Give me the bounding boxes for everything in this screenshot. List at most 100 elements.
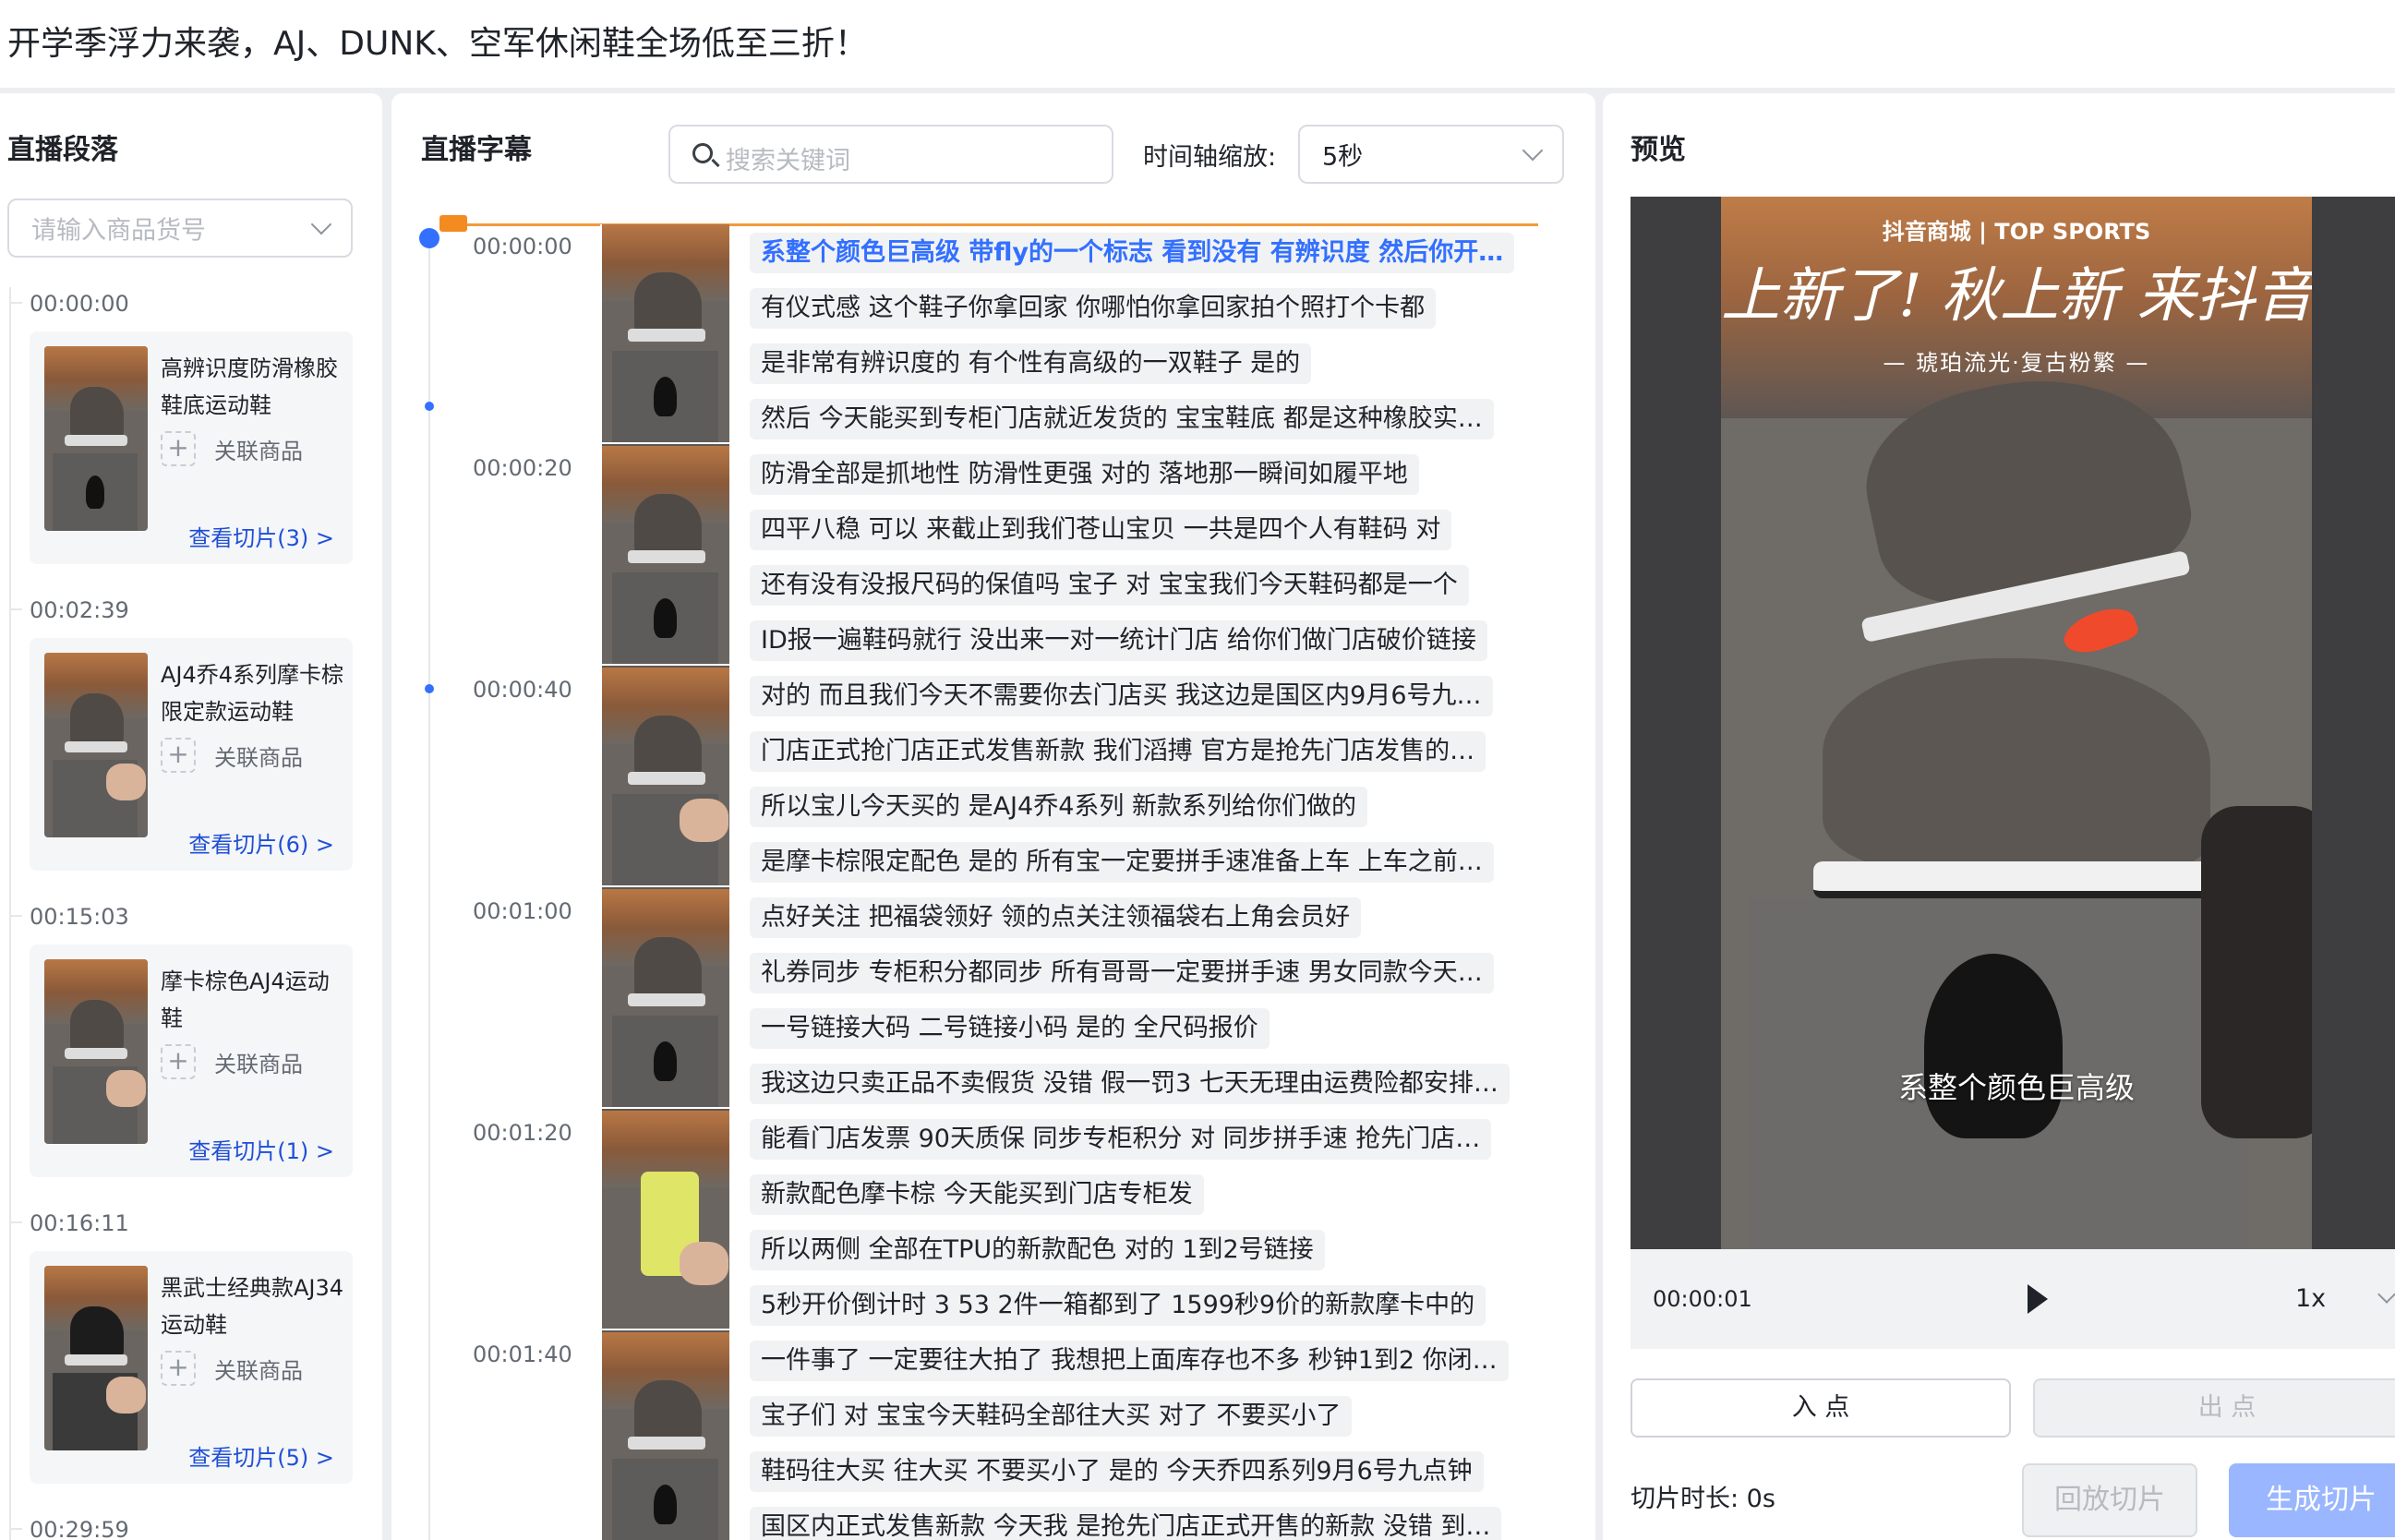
video-frame[interactable]: 抖音商城 | TOP SPORTS 上新了! 秋上新 来抖音 — 琥珀流光·复古… [1721, 197, 2312, 1249]
subtitle-line[interactable]: 点好关注 把福袋领好 领的点关注领福袋右上角会员好 [750, 897, 1362, 938]
chevron-down-icon [310, 213, 332, 235]
add-product-icon[interactable]: + [161, 431, 196, 466]
segment-tick [9, 915, 22, 917]
segments-title: 直播段落 [7, 134, 118, 166]
chevron-down-icon[interactable] [2377, 1285, 2395, 1304]
segment-time: 00:02:39 [30, 597, 129, 623]
filmstrip-frame [602, 1332, 729, 1540]
filmstrip-frame [602, 889, 729, 1109]
timeline-current-dot[interactable] [419, 228, 439, 248]
jumpman-logo-icon [1924, 954, 2063, 1138]
replay-clip-button[interactable]: 回放切片 [2022, 1463, 2197, 1537]
clip-duration: 切片时长: 0s [1631, 1485, 1775, 1513]
segment-tick [9, 1528, 22, 1530]
subtitle-line[interactable]: 宝子们 对 宝宝今天鞋码全部往大买 对了 不要买小了 [750, 1396, 1353, 1437]
associate-product-link[interactable]: 关联商品 [214, 1353, 303, 1385]
subtitle-line[interactable]: 对的 而且我们今天不需要你去门店买 我这边是国区内9月6号九… [750, 676, 1493, 716]
keyword-search-input[interactable]: 搜索关键词 [668, 125, 1113, 184]
subtitle-line[interactable]: 新款配色摩卡棕 今天能买到门店专柜发 [750, 1174, 1204, 1215]
timeline-marker-dot[interactable] [425, 402, 434, 411]
view-clips-link[interactable]: 查看切片(1) > [188, 1133, 334, 1165]
product-code-select[interactable]: 请输入商品货号 [7, 199, 353, 258]
add-product-icon[interactable]: + [161, 1351, 196, 1386]
view-clips-link[interactable]: 查看切片(5) > [188, 1439, 334, 1472]
video-tagline: — 琥珀流光·复古粉繁 — [1883, 350, 2150, 376]
timeline-time-label: 00:01:00 [473, 898, 572, 924]
segment-card[interactable]: 黑武士经典款AJ34运动鞋 + 关联商品 查看切片(5) > [30, 1251, 353, 1484]
segment-time: 00:00:00 [30, 291, 129, 317]
playhead-handle[interactable] [439, 215, 467, 232]
current-time: 00:00:01 [1653, 1286, 1752, 1312]
associate-product-link[interactable]: 关联商品 [214, 740, 303, 772]
subtitle-line-active[interactable]: 系整个颜色巨高级 带fly的一个标志 看到没有 有辨识度 然后你开… [750, 233, 1515, 273]
subtitle-line[interactable]: 鞋码往大买 往大买 不要买小了 是的 今天乔四系列9月6号九点钟 [750, 1451, 1484, 1492]
play-icon[interactable] [2028, 1284, 2048, 1314]
video-controls: 00:00:01 1x [1631, 1249, 2395, 1349]
timeline-time-label: 00:00:20 [473, 455, 572, 481]
subtitle-line[interactable]: 我这边只卖正品不卖假货 没错 假一罚3 七天无理由运费险都安排… [750, 1064, 1510, 1104]
segment-product-name: 高辨识度防滑橡胶鞋底运动鞋 [161, 355, 338, 418]
live-subtitles-panel: 直播字幕 搜索关键词 时间轴缩放: 5秒 00:00:00 00:00:20 0… [391, 93, 1595, 1540]
subtitle-line[interactable]: 一号链接大码 二号链接小码 是的 全尺码报价 [750, 1008, 1270, 1049]
subtitle-line[interactable]: 有仪式感 这个鞋子你拿回家 你哪怕你拿回家拍个照打个卡都 [750, 288, 1437, 329]
top-bar: 开学季浮力来袭，AJ、DUNK、空军休闲鞋全场低至三折！ [0, 0, 2395, 88]
subtitle-line[interactable]: 国区内正式发售新款 今天我 是抢先门店正式开售的新款 没错 到… [750, 1507, 1502, 1540]
subtitle-line[interactable]: 防滑全部是抓地性 防滑性更强 对的 落地那一瞬间如履平地 [750, 454, 1419, 495]
segment-tick [9, 302, 22, 304]
video-headline: 上新了! 秋上新 来抖音 [1721, 262, 2312, 331]
view-clips-link[interactable]: 查看切片(3) > [188, 520, 334, 552]
segment-time: 00:16:11 [30, 1210, 129, 1236]
search-placeholder: 搜索关键词 [726, 147, 850, 175]
segment-tick [9, 608, 22, 610]
subtitle-line[interactable]: 还有没有没报尺码的保值吗 宝子 对 宝宝我们今天鞋码都是一个 [750, 565, 1469, 606]
filmstrip-frame [602, 446, 729, 666]
view-clips-link[interactable]: 查看切片(6) > [188, 826, 334, 859]
subtitle-line[interactable]: 是非常有辨识度的 有个性有高级的一双鞋子 是的 [750, 343, 1312, 384]
segment-product-name: 黑武士经典款AJ34运动鞋 [161, 1275, 344, 1338]
segment-product-name: 摩卡棕色AJ4运动鞋 [161, 969, 330, 1031]
associate-product-link[interactable]: 关联商品 [214, 1046, 303, 1078]
live-segments-panel: 直播段落 请输入商品货号 00:00:00 高辨识度防滑橡胶鞋底运动鞋 + 关联… [0, 93, 382, 1540]
chevron-down-icon [1522, 139, 1544, 162]
subtitle-line[interactable]: 四平八稳 可以 来截止到我们苍山宝贝 一共是四个人有鞋码 对 [750, 510, 1452, 550]
add-product-icon[interactable]: + [161, 1044, 196, 1079]
timeline-time-label: 00:01:20 [473, 1120, 572, 1146]
segment-thumbnail [44, 959, 148, 1144]
subtitle-line[interactable]: 门店正式抢门店正式发售新款 我们滔搏 官方是抢先门店发售的… [750, 731, 1486, 772]
product-code-placeholder: 请输入商品货号 [31, 216, 206, 246]
shoe-tag-image [2058, 600, 2141, 661]
subtitle-line[interactable]: 然后 今天能买到专柜门店就近发货的 宝宝鞋底 都是这种橡胶实… [750, 399, 1494, 439]
in-point-button[interactable]: 入 点 [1631, 1378, 2011, 1438]
timeline-axis [428, 236, 430, 1540]
timeline-marker-dot[interactable] [425, 684, 434, 693]
playback-speed-select[interactable]: 1x [2295, 1284, 2326, 1313]
segment-thumbnail [44, 346, 148, 531]
associate-product-link[interactable]: 关联商品 [214, 433, 303, 465]
segment-card[interactable]: AJ4乔4系列摩卡棕限定款运动鞋 + 关联商品 查看切片(6) > [30, 638, 353, 871]
timeline-time-label: 00:00:40 [473, 677, 572, 703]
subtitle-line[interactable]: 5秒开价倒计时 3 53 2件一箱都到了 1599秒9价的新款摩卡中的 [750, 1285, 1486, 1326]
filmstrip-frame [602, 1111, 729, 1330]
subtitle-line[interactable]: ID报一遍鞋码就行 没出来一对一统计门店 给你们做门店破价链接 [750, 620, 1487, 661]
subtitle-line[interactable]: 所以两侧 全部在TPU的新款配色 对的 1到2号链接 [750, 1230, 1325, 1270]
subtitles-title: 直播字幕 [421, 134, 532, 166]
subtitle-line[interactable]: 一件事了 一定要往大拍了 我想把上面库存也不多 秒钟1到2 你闭… [750, 1341, 1509, 1381]
frame-shoe2-sole [1813, 861, 2220, 898]
subtitle-line[interactable]: 能看门店发票 90天质保 同步专柜积分 对 同步拼手速 抢先门店… [750, 1119, 1492, 1160]
add-product-icon[interactable]: + [161, 738, 196, 773]
segment-thumbnail [44, 1266, 148, 1450]
generate-clip-button[interactable]: 生成切片 [2229, 1463, 2395, 1537]
segment-card[interactable]: 摩卡棕色AJ4运动鞋 + 关联商品 查看切片(1) > [30, 944, 353, 1177]
segment-thumbnail [44, 653, 148, 837]
video-filmstrip[interactable] [600, 224, 729, 1540]
video-player[interactable]: 抖音商城 | TOP SPORTS 上新了! 秋上新 来抖音 — 琥珀流光·复古… [1631, 197, 2395, 1349]
segment-card[interactable]: 高辨识度防滑橡胶鞋底运动鞋 + 关联商品 查看切片(3) > [30, 331, 353, 564]
subtitle-line[interactable]: 礼券同步 专柜积分都同步 所有哥哥一定要拼手速 男女同款今天… [750, 953, 1494, 993]
timeline-zoom-select[interactable]: 5秒 [1298, 125, 1564, 184]
segment-tick [9, 1221, 22, 1223]
subtitle-line[interactable]: 所以宝儿今天买的 是AJ4乔4系列 新款系列给你们做的 [750, 787, 1367, 827]
video-brand-text: 抖音商城 | TOP SPORTS [1882, 219, 2151, 245]
out-point-button[interactable]: 出 点 [2033, 1378, 2395, 1438]
segment-product-name: AJ4乔4系列摩卡棕限定款运动鞋 [161, 662, 344, 725]
subtitle-line[interactable]: 是摩卡棕限定配色 是的 所有宝一定要拼手速准备上车 上车之前… [750, 842, 1494, 883]
